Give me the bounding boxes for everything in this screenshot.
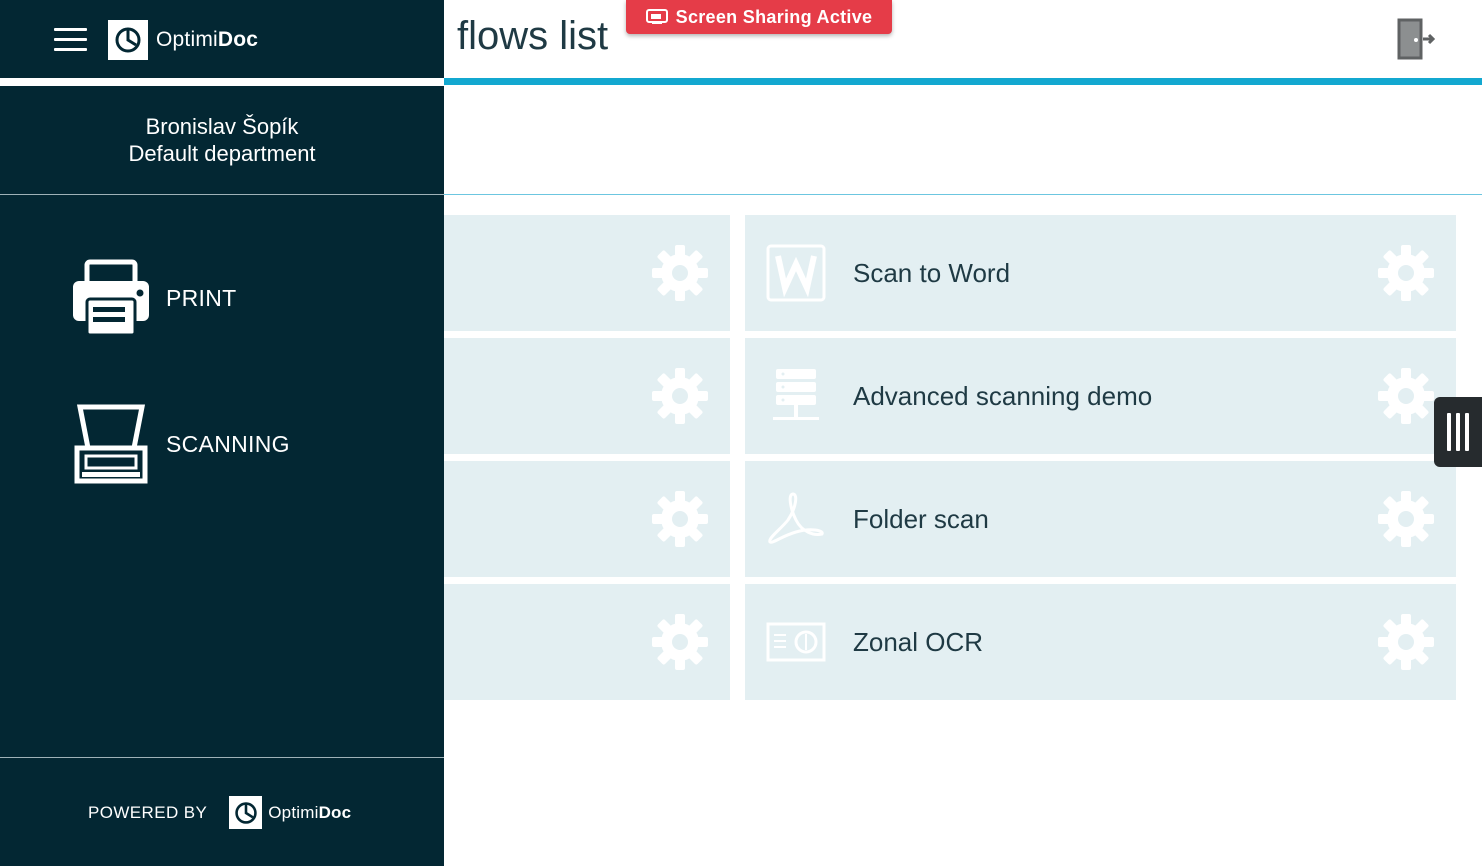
sidebar-separator	[0, 78, 444, 86]
sidebar-header: OptimiDoc	[0, 0, 444, 78]
sidebar-divider	[0, 194, 444, 195]
handle-grip-icon	[1447, 413, 1451, 451]
sidebar-footer-divider	[0, 757, 444, 758]
main-header: flows list	[444, 0, 1482, 78]
optimidoc-logo-icon	[108, 20, 148, 60]
flow-tile-zonal-ocr[interactable]: Zonal OCR	[745, 584, 1456, 700]
page-title: flows list	[457, 14, 609, 58]
user-info: Bronislav Šopík Default department	[0, 86, 444, 194]
flow-tile-empty[interactable]	[444, 215, 730, 331]
settings-gear-icon[interactable]	[650, 366, 710, 426]
nav-item-scanning[interactable]: SCANNING	[70, 404, 290, 484]
screen-sharing-label: Screen Sharing Active	[675, 6, 873, 27]
powered-by-label: POWERED BY	[88, 802, 208, 822]
flow-tile-advanced-scanning-demo[interactable]: Advanced scanning demo	[745, 338, 1456, 454]
flow-tile-folder-scan[interactable]: Folder scan	[745, 461, 1456, 577]
flow-label: Advanced scanning demo	[853, 381, 1153, 411]
powered-by: POWERED BY OptimiDoc	[88, 796, 351, 829]
settings-gear-icon[interactable]	[1376, 243, 1436, 303]
flow-label: Zonal OCR	[853, 627, 984, 657]
optimidoc-footer-logo-icon	[229, 796, 263, 829]
settings-gear-icon[interactable]	[1376, 489, 1436, 549]
brand-logo: OptimiDoc	[108, 20, 258, 60]
screen-sharing-badge: Screen Sharing Active	[626, 0, 892, 34]
flow-tile-empty[interactable]	[444, 461, 730, 577]
word-icon	[765, 243, 827, 303]
ocr-icon	[765, 612, 827, 672]
server-icon	[765, 366, 827, 426]
screen-share-icon	[645, 9, 668, 24]
brand-name: OptimiDoc	[156, 28, 259, 51]
nav-item-print[interactable]: PRINT	[70, 258, 237, 338]
settings-gear-icon[interactable]	[650, 489, 710, 549]
scanner-icon	[70, 404, 152, 484]
settings-gear-icon[interactable]	[1376, 366, 1436, 426]
settings-gear-icon[interactable]	[650, 243, 710, 303]
pdf-icon	[765, 489, 827, 549]
printer-icon	[70, 258, 152, 338]
sidebar: OptimiDoc Bronislav Šopík Default depart…	[0, 0, 444, 866]
footer-brand-name: OptimiDoc	[268, 802, 352, 822]
flow-label: Folder scan	[853, 504, 989, 534]
nav-label-print: PRINT	[166, 284, 237, 311]
flow-tile-empty[interactable]	[444, 338, 730, 454]
user-department: Default department	[128, 141, 316, 166]
side-panel-handle[interactable]	[1434, 397, 1482, 467]
settings-gear-icon[interactable]	[1376, 612, 1436, 672]
content-divider	[444, 194, 1482, 195]
header-accent-bar	[444, 78, 1482, 85]
settings-gear-icon[interactable]	[650, 612, 710, 672]
flow-tile-empty[interactable]	[444, 584, 730, 700]
nav-label-scanning: SCANNING	[166, 430, 290, 457]
flow-tile-scan-to-word[interactable]: Scan to Word	[745, 215, 1456, 331]
hamburger-menu-icon[interactable]	[54, 27, 88, 53]
logout-button[interactable]	[1396, 18, 1436, 60]
flow-label: Scan to Word	[853, 258, 1011, 288]
user-name: Bronislav Šopík	[145, 114, 299, 139]
logout-icon	[1397, 18, 1435, 60]
